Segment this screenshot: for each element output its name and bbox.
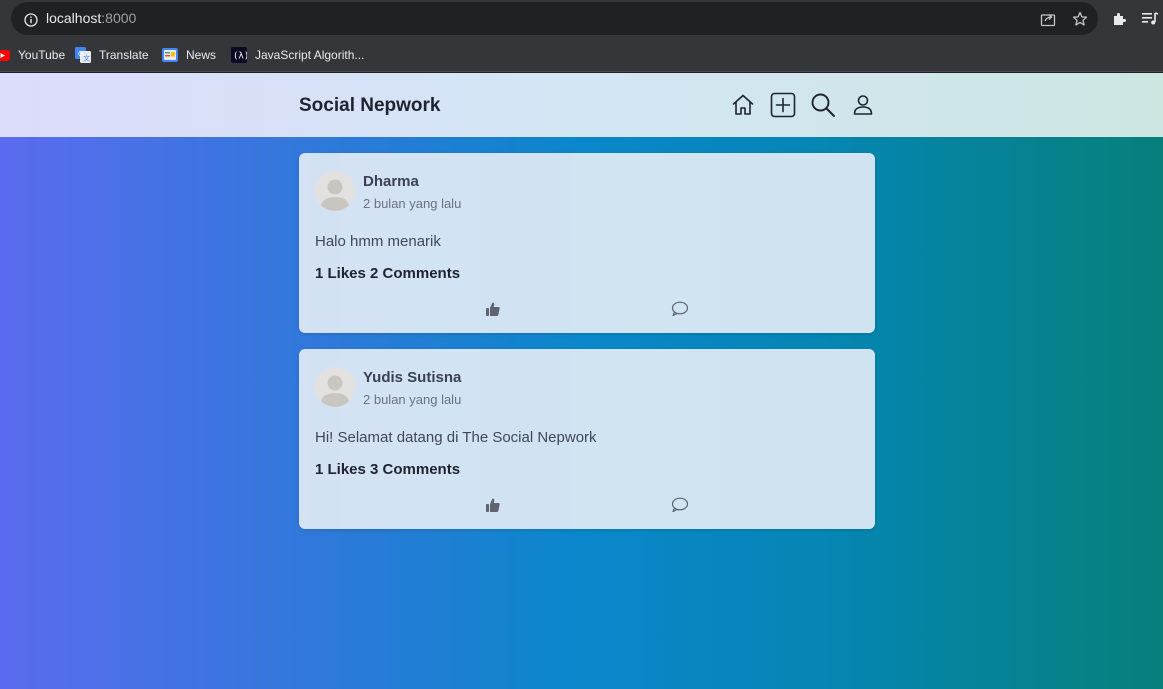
translate-icon: G文 [75,47,91,63]
bookmark-label: News [186,48,217,62]
post-card: Dharma 2 bulan yang lalu Halo hmm menari… [299,153,875,333]
svg-text:(λ): (λ) [233,52,247,62]
freecodecamp-icon: (λ) [231,47,249,63]
post-time: 2 bulan yang lalu [363,392,462,407]
navbar: Social Nepwork [0,73,1163,137]
home-icon[interactable] [730,92,756,118]
bookmark-translate[interactable]: G文 Translate [75,46,149,64]
post-author[interactable]: Dharma [363,173,419,190]
extensions-icon[interactable] [1112,11,1128,31]
bookmark-label: JavaScript Algorith... [255,48,365,62]
address-bar[interactable]: localhost:8000 [11,2,1098,35]
share-icon[interactable] [1040,11,1056,31]
post-author[interactable]: Yudis Sutisna [363,369,461,386]
like-icon[interactable] [485,497,501,517]
browser-toolbar: localhost:8000 [0,0,1163,38]
post-stats[interactable]: 1 Likes 3 Comments [315,461,460,478]
post-card: Yudis Sutisna 2 bulan yang lalu Hi! Sela… [299,349,875,529]
bookmark-news[interactable]: News [162,46,216,64]
url-host: localhost [46,10,102,26]
bookmarks-bar: YouTube G文 Translate News (λ) JavaScript… [0,38,1163,72]
youtube-icon [0,47,10,63]
media-control-icon[interactable] [1141,11,1159,31]
avatar[interactable] [315,367,355,407]
like-icon[interactable] [485,301,501,321]
search-icon[interactable] [810,92,836,118]
post-content: Halo hmm menarik [315,233,441,250]
post-content: Hi! Selamat datang di The Social Nepwork [315,429,597,446]
comment-icon[interactable] [671,301,689,321]
bookmark-youtube[interactable]: YouTube [0,46,65,64]
comment-icon[interactable] [671,497,689,517]
post-stats[interactable]: 1 Likes 2 Comments [315,265,460,282]
brand-title[interactable]: Social Nepwork [299,95,441,117]
post-time: 2 bulan yang lalu [363,196,462,211]
bookmark-label: Translate [99,48,149,62]
news-icon [162,47,178,63]
bookmark-label: YouTube [18,48,66,62]
profile-icon[interactable] [850,92,876,118]
bookmark-javascript-algorithms[interactable]: (λ) JavaScript Algorith... [231,46,364,64]
avatar[interactable] [315,171,355,211]
bookmark-star-icon[interactable] [1072,11,1088,31]
svg-text:文: 文 [83,54,90,63]
info-icon[interactable] [24,12,38,31]
url-port: :8000 [101,10,137,26]
url-text[interactable]: localhost:8000 [46,10,136,26]
add-post-icon[interactable] [770,92,796,118]
page-background: Social Nepwork Dharma 2 bulan yang lalu … [0,73,1163,689]
